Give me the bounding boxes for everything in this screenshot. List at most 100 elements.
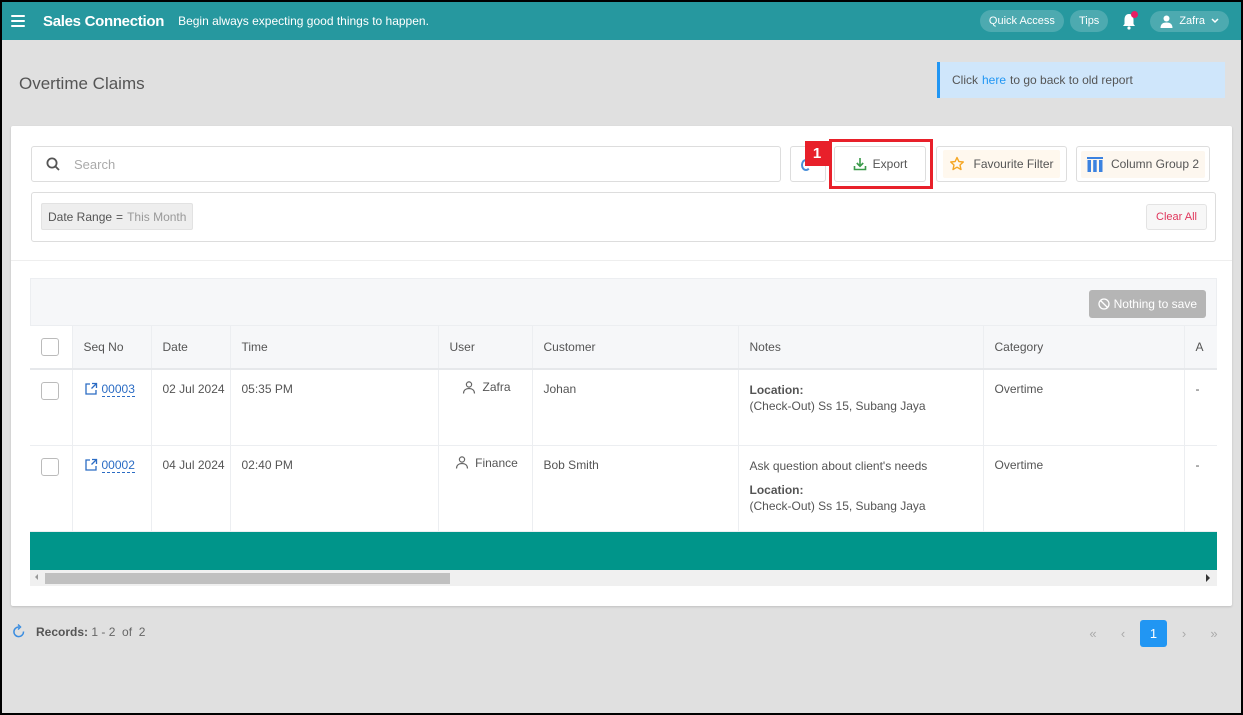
page-title: Overtime Claims	[19, 74, 145, 93]
location-label: Location:	[749, 482, 804, 497]
table-row: 00002 04 Jul 2024 02:40 PM Finance Bob S…	[30, 445, 1217, 532]
extra-cell: -	[1184, 445, 1217, 532]
columns-icon	[1086, 156, 1103, 172]
column-group-label: Column Group 2	[1110, 157, 1200, 171]
tips-button[interactable]: Tips	[1069, 10, 1109, 32]
nothing-to-save-button[interactable]: Nothing to save	[1088, 290, 1206, 318]
chip-operator: =	[116, 209, 124, 224]
location-value: (Check-Out) Ss 15, Subang Jaya	[749, 399, 926, 413]
notes-cell: Location: (Check-Out) Ss 15, Subang Jaya	[738, 369, 984, 446]
open-external-icon[interactable]	[84, 458, 98, 472]
page-1-button[interactable]: 1	[1140, 620, 1167, 647]
menu-icon[interactable]	[11, 15, 25, 27]
horizontal-scrollbar[interactable]	[30, 570, 1217, 586]
user-icon	[463, 380, 476, 394]
user-cell: Zafra	[438, 369, 533, 446]
grid-toolbar: Nothing to save	[30, 278, 1217, 326]
note-text: Ask question about client's needs	[749, 458, 928, 473]
grid-summary-bar	[30, 532, 1217, 570]
next-page-button[interactable]: ›	[1171, 621, 1197, 647]
column-header-a[interactable]: A	[1184, 326, 1217, 370]
refresh-icon[interactable]	[12, 624, 26, 639]
seq-no-link[interactable]: 00002	[101, 458, 135, 473]
last-page-button[interactable]: »	[1201, 621, 1227, 647]
header-row: Seq No Date Time User Customer Notes Cat…	[30, 326, 1217, 370]
active-filters: Date Range = This Month Clear All	[31, 192, 1216, 242]
select-all-checkbox[interactable]	[41, 338, 59, 356]
records-summary: Records: 1 - 2 of 2	[12, 624, 145, 639]
extra-cell: -	[1184, 369, 1217, 446]
column-header-seq-no[interactable]: Seq No	[72, 326, 152, 370]
user-name: Zafra	[482, 380, 511, 394]
user-name: Finance	[475, 455, 518, 470]
report-card: Export Favourite Filter Column Group 2 1…	[11, 126, 1232, 606]
time-cell: 05:35 PM	[230, 369, 439, 446]
pagination: « ‹ 1 › »	[1080, 620, 1227, 647]
chevron-down-icon	[1211, 18, 1219, 24]
row-checkbox[interactable]	[41, 382, 59, 400]
notification-dot	[1131, 11, 1139, 18]
open-external-icon[interactable]	[84, 382, 98, 396]
category-cell: Overtime	[983, 369, 1185, 446]
records-label: Records:	[36, 624, 89, 639]
favourite-filter-label: Favourite Filter	[973, 157, 1054, 171]
column-header-notes[interactable]: Notes	[738, 326, 984, 370]
export-button[interactable]: Export	[834, 146, 926, 182]
column-group-button[interactable]: Column Group 2	[1076, 146, 1210, 182]
date-cell: 02 Jul 2024	[151, 369, 231, 446]
records-range: 1 - 2	[91, 624, 116, 639]
user-menu[interactable]: Zafra	[1150, 10, 1229, 32]
column-header-user[interactable]: User	[438, 326, 533, 370]
seq-no-cell: 00003	[72, 369, 152, 446]
quick-access-button[interactable]: Quick Access	[979, 10, 1064, 32]
notice-suffix: to go back to old report	[1010, 73, 1133, 87]
tagline: Begin always expecting good things to ha…	[178, 14, 429, 28]
prev-page-button[interactable]: ‹	[1110, 621, 1136, 647]
chip-key: Date Range	[48, 209, 113, 224]
customer-cell: Johan	[532, 369, 739, 446]
first-page-button[interactable]: «	[1080, 621, 1106, 647]
old-report-notice: Click here to go back to old report	[937, 62, 1225, 98]
seq-no-link[interactable]: 00003	[101, 382, 135, 397]
table-row: 00003 02 Jul 2024 05:35 PM Zafra Johan L…	[30, 369, 1217, 446]
filter-chip-date-range[interactable]: Date Range = This Month	[41, 203, 194, 230]
search-box[interactable]	[31, 146, 781, 182]
search-icon	[46, 157, 60, 171]
app-window: Sales Connection Begin always expecting …	[2, 2, 1241, 713]
claims-table: Seq No Date Time User Customer Notes Cat…	[30, 326, 1217, 532]
location-label: Location:	[749, 383, 804, 397]
favourite-filter-button[interactable]: Favourite Filter	[936, 146, 1067, 182]
notification-bell-icon[interactable]	[1118, 10, 1140, 32]
notice-prefix: Click	[952, 73, 978, 87]
records-total: 2	[138, 624, 146, 639]
column-header-customer[interactable]: Customer	[532, 326, 739, 370]
date-cell: 04 Jul 2024	[151, 445, 231, 532]
clear-all-button[interactable]: Clear All	[1146, 204, 1207, 230]
seq-no-cell: 00002	[72, 445, 152, 532]
column-header-time[interactable]: Time	[230, 326, 439, 370]
scrollbar-thumb[interactable]	[45, 573, 450, 584]
ban-icon	[1097, 298, 1110, 310]
scroll-right-arrow-icon[interactable]	[1206, 574, 1210, 582]
row-checkbox[interactable]	[41, 457, 59, 476]
location-value: (Check-Out) Ss 15, Subang Jaya	[749, 498, 926, 513]
notes-cell: Ask question about client's needs Locati…	[738, 445, 984, 532]
row-select-cell	[30, 369, 73, 446]
data-grid: Nothing to save Seq No Date Time User Cu…	[30, 278, 1217, 603]
user-icon	[456, 456, 469, 469]
top-navigation-bar: Sales Connection Begin always expecting …	[2, 2, 1241, 40]
select-all-cell	[30, 326, 73, 370]
category-cell: Overtime	[983, 445, 1185, 532]
column-header-date[interactable]: Date	[151, 326, 231, 370]
brand-name[interactable]: Sales Connection	[43, 13, 164, 30]
scroll-left-arrow-icon[interactable]	[35, 574, 38, 580]
customer-cell: Bob Smith	[532, 445, 739, 532]
search-input[interactable]	[74, 156, 674, 172]
download-icon	[853, 158, 866, 171]
column-header-category[interactable]: Category	[983, 326, 1185, 370]
save-label: Nothing to save	[1113, 297, 1197, 311]
divider	[11, 260, 1232, 261]
row-select-cell	[30, 445, 73, 532]
user-cell: Finance	[438, 445, 533, 532]
old-report-link[interactable]: here	[982, 73, 1006, 87]
